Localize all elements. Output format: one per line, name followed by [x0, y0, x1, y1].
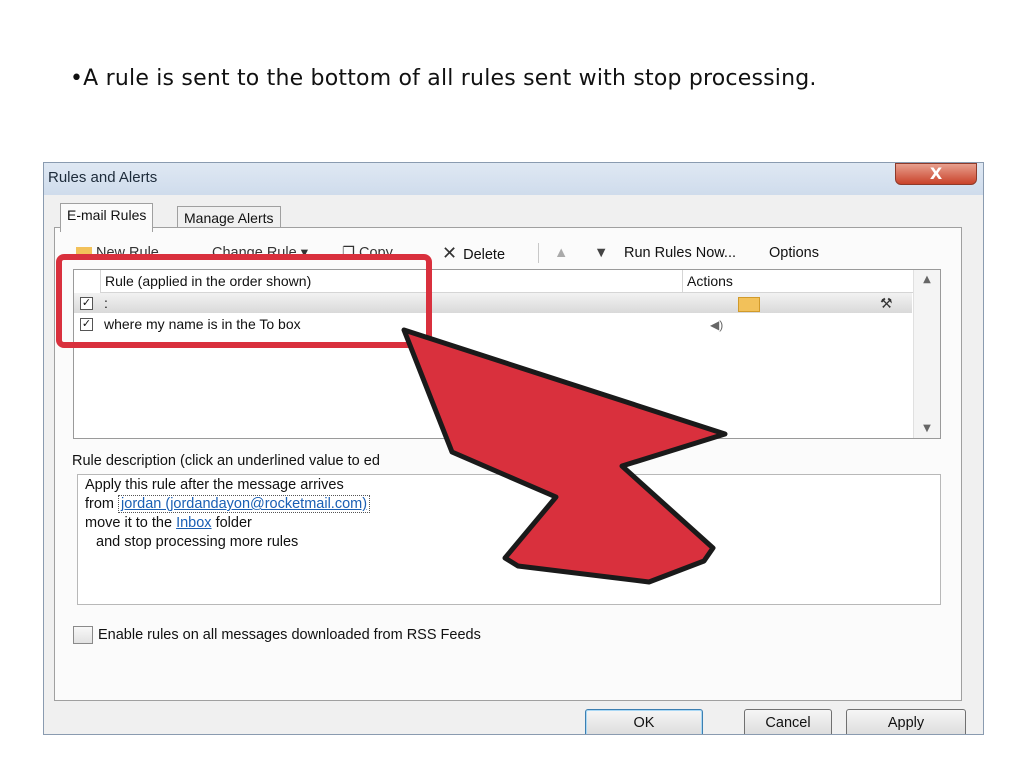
- arrow-up-icon: ▲: [554, 245, 569, 261]
- apply-button[interactable]: Apply: [846, 709, 966, 734]
- rules-and-alerts-dialog: Rules and Alerts X E-mail Rules Manage A…: [43, 162, 984, 735]
- rule-description-label: Rule description (click an underlined va…: [72, 453, 380, 469]
- dialog-title: Rules and Alerts: [48, 169, 158, 186]
- rule-description-box: Apply this rule after the message arrive…: [77, 474, 941, 605]
- cancel-button[interactable]: Cancel: [744, 709, 832, 734]
- description-text: folder: [215, 515, 252, 531]
- move-up-button[interactable]: ▲: [554, 241, 568, 265]
- description-text: from: [85, 496, 114, 512]
- options-button[interactable]: Options: [769, 241, 819, 265]
- sender-link[interactable]: jordan (jordandayon@rocketmail.com): [118, 495, 371, 513]
- close-button[interactable]: X: [895, 163, 977, 185]
- description-line: move it to the Inbox folder: [85, 515, 252, 531]
- description-text: move it to the: [85, 515, 173, 531]
- rss-checkbox[interactable]: [73, 626, 93, 644]
- delete-label: Delete: [463, 247, 506, 263]
- delete-icon: ✕: [442, 243, 458, 263]
- column-header-actions[interactable]: Actions: [682, 270, 917, 293]
- rules-list-scrollbar[interactable]: ▲ ▼: [913, 270, 940, 438]
- title-bar: Rules and Alerts X: [44, 163, 983, 195]
- description-line: from jordan (jordandayon@rocketmail.com): [85, 495, 371, 513]
- rss-rules-option[interactable]: Enable rules on all messages downloaded …: [73, 626, 481, 644]
- scroll-up-icon[interactable]: ▲: [914, 274, 940, 285]
- move-to-folder-icon: [738, 297, 760, 312]
- arrow-down-icon: ▼: [594, 245, 609, 261]
- tab-email-rules[interactable]: E-mail Rules: [60, 203, 154, 232]
- description-line: Apply this rule after the message arrive…: [85, 477, 344, 493]
- run-rules-now-button[interactable]: Run Rules Now...: [624, 241, 736, 265]
- highlight-box: [56, 254, 432, 348]
- toolbar-separator: [538, 243, 539, 263]
- scroll-down-icon[interactable]: ▼: [914, 423, 940, 434]
- description-line: and stop processing more rules: [96, 534, 299, 550]
- ok-button[interactable]: OK: [585, 709, 703, 734]
- play-sound-icon: ◀): [710, 318, 724, 332]
- inbox-folder-link[interactable]: Inbox: [176, 515, 211, 531]
- rss-checkbox-label: Enable rules on all messages downloaded …: [98, 626, 481, 643]
- slide-bullet-text: •A rule is sent to the bottom of all rul…: [70, 66, 817, 91]
- close-icon: X: [929, 164, 943, 183]
- move-down-button[interactable]: ▼: [594, 241, 608, 265]
- rule-tools-icon: ⚒: [880, 295, 893, 311]
- delete-button[interactable]: ✕ Delete: [442, 241, 505, 265]
